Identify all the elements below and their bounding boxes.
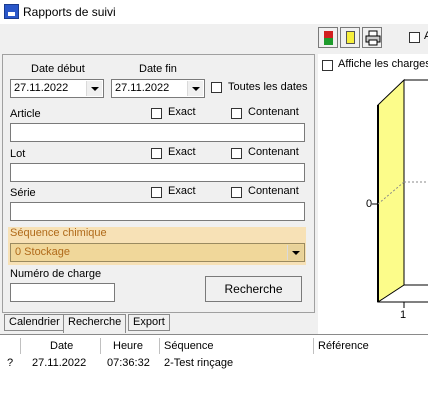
col-separator[interactable] bbox=[159, 338, 160, 354]
article-exact-checkbox[interactable] bbox=[151, 108, 162, 119]
all-dates-label: Toutes les dates bbox=[228, 81, 308, 93]
article-contenant-label: Contenant bbox=[248, 106, 299, 118]
lot-exact-label: Exact bbox=[168, 146, 196, 158]
date-start-label: Date début bbox=[31, 63, 85, 75]
serie-input[interactable] bbox=[10, 202, 305, 221]
chart-3d-box bbox=[372, 78, 428, 308]
col-separator[interactable] bbox=[313, 338, 314, 354]
green-square-icon bbox=[324, 38, 333, 45]
row-sequence: 2-Test rinçage bbox=[164, 357, 234, 369]
date-end-label: Date fin bbox=[139, 63, 177, 75]
toolbar-checkbox-label: A bbox=[424, 30, 428, 42]
chevron-down-icon[interactable] bbox=[187, 81, 203, 96]
col-time-header[interactable]: Heure bbox=[113, 339, 143, 354]
app-icon bbox=[4, 4, 19, 19]
show-charges-label: Affiche les charges bbox=[338, 58, 428, 70]
row-flag: ? bbox=[7, 357, 14, 369]
date-start-value: 27.11.2022 bbox=[14, 82, 69, 94]
article-contenant-checkbox[interactable] bbox=[231, 108, 242, 119]
chart-y-tick-label: 0 bbox=[366, 198, 373, 210]
col-reference-header[interactable]: Référence bbox=[318, 339, 369, 354]
serie-exact-label: Exact bbox=[168, 185, 196, 197]
row-date: 27.11.2022 bbox=[32, 357, 87, 369]
lot-label: Lot bbox=[10, 148, 26, 160]
row-time: 07:36:32 bbox=[107, 357, 150, 369]
search-button[interactable]: Recherche bbox=[205, 276, 302, 302]
chart-box-side bbox=[377, 78, 405, 303]
color-settings-button[interactable] bbox=[318, 27, 338, 48]
date-end-value: 27.11.2022 bbox=[115, 82, 170, 94]
window-title: Rapports de suivi bbox=[23, 5, 116, 19]
charge-input[interactable] bbox=[10, 283, 115, 302]
tab-export[interactable]: Export bbox=[128, 314, 170, 331]
chevron-down-icon[interactable] bbox=[86, 81, 102, 96]
article-input[interactable] bbox=[10, 123, 305, 142]
article-label: Article bbox=[10, 108, 41, 120]
chart-x-tick-label: 1 bbox=[400, 309, 407, 321]
yellow-color-button[interactable] bbox=[340, 27, 360, 48]
lot-input[interactable] bbox=[10, 163, 305, 182]
serie-exact-checkbox[interactable] bbox=[151, 187, 162, 198]
all-dates-checkbox[interactable] bbox=[211, 82, 222, 93]
col-date-header[interactable]: Date bbox=[50, 339, 73, 354]
tab-calendrier[interactable]: Calendrier bbox=[4, 314, 65, 331]
chevron-down-icon[interactable] bbox=[287, 245, 303, 260]
col-sequence-header[interactable]: Séquence bbox=[164, 339, 214, 354]
printer-icon bbox=[365, 30, 381, 46]
charge-label: Numéro de charge bbox=[10, 268, 102, 280]
sequence-value: 0 Stockage bbox=[15, 246, 71, 258]
serie-contenant-checkbox[interactable] bbox=[231, 187, 242, 198]
date-end-select[interactable]: 27.11.2022 bbox=[111, 79, 205, 98]
print-button[interactable] bbox=[362, 27, 382, 48]
col-separator[interactable] bbox=[20, 338, 21, 354]
date-start-select[interactable]: 27.11.2022 bbox=[10, 79, 104, 98]
lot-contenant-checkbox[interactable] bbox=[231, 148, 242, 159]
red-square-icon bbox=[324, 31, 333, 38]
yellow-square-icon bbox=[346, 31, 355, 44]
col-separator[interactable] bbox=[100, 338, 101, 354]
article-exact-label: Exact bbox=[168, 106, 196, 118]
lot-contenant-label: Contenant bbox=[248, 146, 299, 158]
toolbar-checkbox[interactable] bbox=[409, 32, 420, 43]
serie-label: Série bbox=[10, 187, 36, 199]
sequence-select[interactable]: 0 Stockage bbox=[10, 243, 305, 262]
serie-contenant-label: Contenant bbox=[248, 185, 299, 197]
sequence-label: Séquence chimique bbox=[10, 227, 107, 239]
lot-exact-checkbox[interactable] bbox=[151, 148, 162, 159]
tab-recherche[interactable]: Recherche bbox=[63, 314, 127, 333]
